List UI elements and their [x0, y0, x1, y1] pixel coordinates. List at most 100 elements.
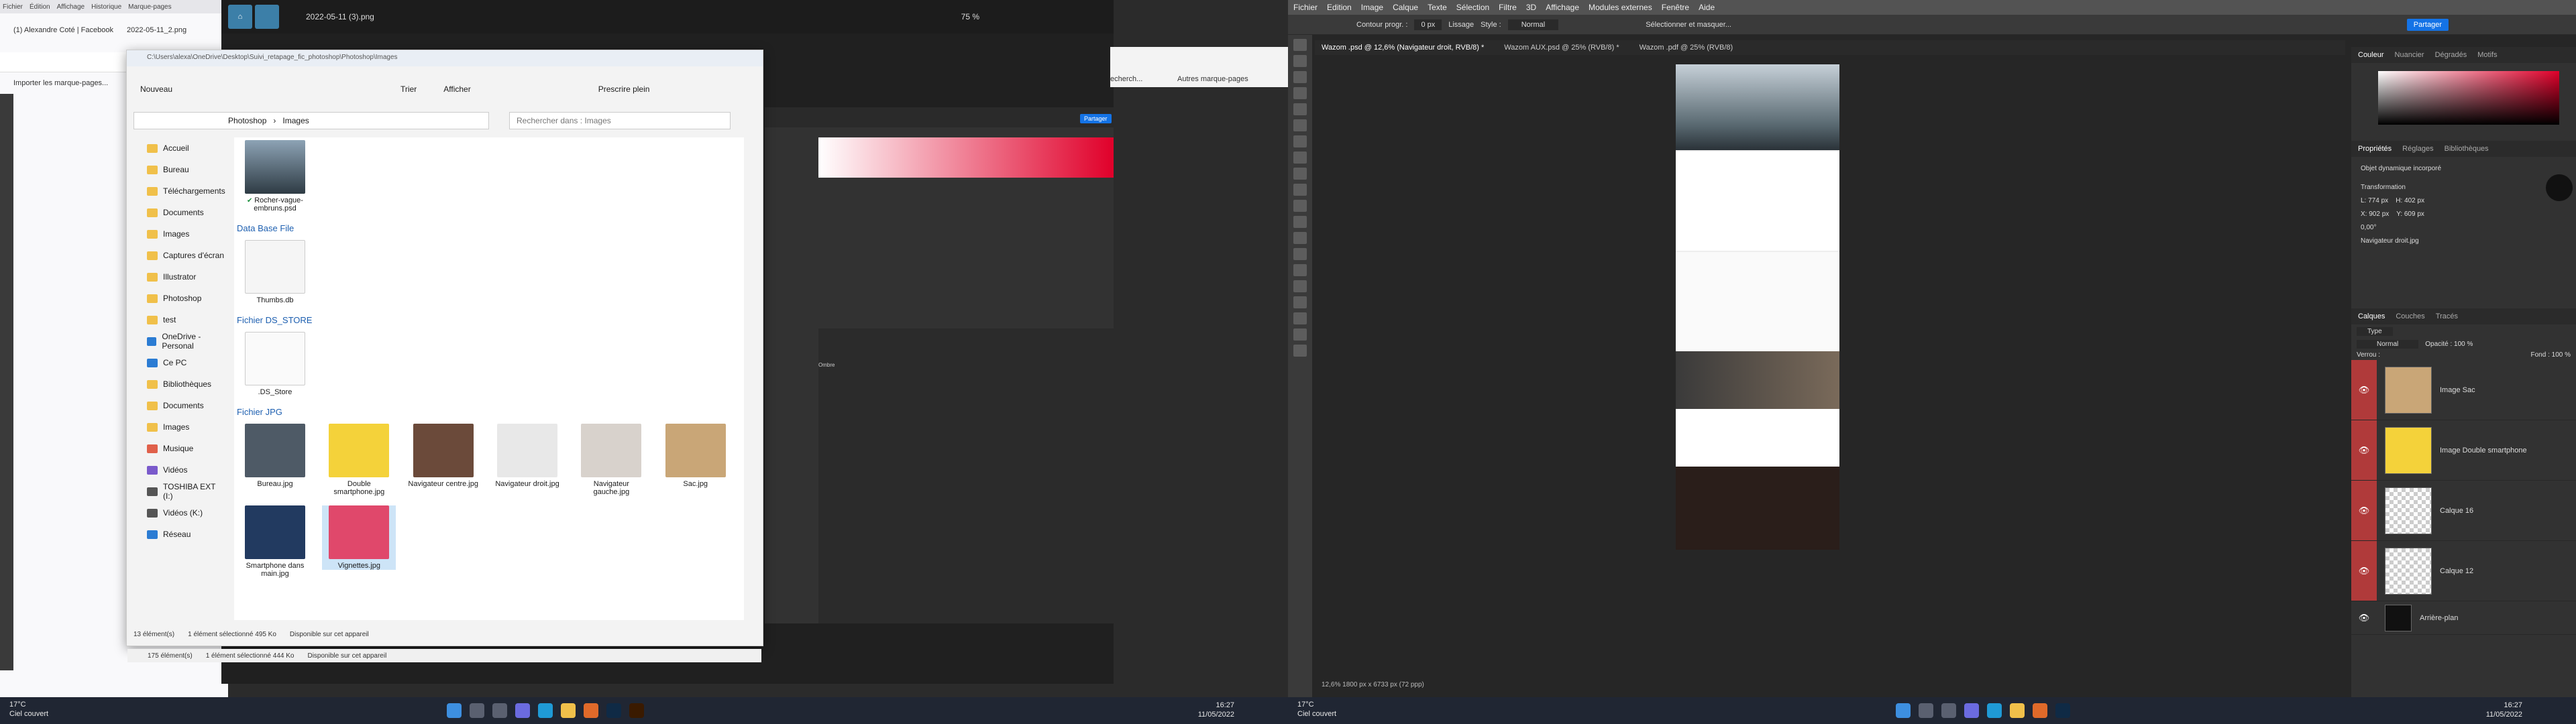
clock[interactable]: 16:27 11/05/2022 [1198, 701, 1234, 719]
healing-brush-icon[interactable] [1293, 135, 1307, 147]
width-field[interactable]: 774 px [2368, 197, 2388, 204]
sidebar-item-telechargements[interactable]: Téléchargements [127, 180, 227, 202]
tab-bibliotheques[interactable]: Bibliothèques [2445, 145, 2489, 153]
eyedropper-icon[interactable] [1293, 119, 1307, 131]
browser-tab[interactable]: (1) Alexandre Coté | Facebook [13, 26, 113, 34]
color-picker[interactable] [818, 137, 1114, 178]
doc-tab-active[interactable]: Wazom .psd @ 12,6% (Navigateur droit, RV… [1322, 44, 1484, 52]
other-bookmarks[interactable]: Autres marque-pages [1177, 75, 1248, 83]
sidebar-item-toshiba[interactable]: TOSHIBA EXT (I:) [127, 481, 227, 502]
file-item[interactable]: Navigateur gauche.jpg [574, 424, 648, 496]
menu-modules[interactable]: Modules externes [1589, 3, 1652, 12]
task-view-icon[interactable] [492, 703, 507, 718]
path-select-icon[interactable] [1293, 296, 1307, 308]
file-item[interactable]: Thumbs.db [238, 240, 312, 304]
browser-tab[interactable]: 2022-05-11_2.png [127, 26, 186, 34]
edge-icon[interactable] [1987, 703, 2002, 718]
sidebar-item-musique[interactable]: Musique [127, 438, 227, 459]
new-button[interactable]: Nouveau [140, 84, 172, 94]
file-item[interactable]: Sac.jpg [659, 424, 733, 488]
style-select[interactable]: Normal [1507, 19, 1559, 30]
weather-widget[interactable]: 17°C Ciel couvert [1297, 700, 1336, 719]
file-item[interactable]: Navigateur droit.jpg [490, 424, 564, 488]
breadcrumb-images[interactable]: Images [282, 116, 309, 125]
fill-button[interactable]: Prescrire plein [598, 84, 650, 94]
sidebar-item-photoshop[interactable]: Photoshop [127, 288, 227, 309]
file-item[interactable]: ✔ Rocher-vague-embruns.psd [238, 140, 312, 213]
angle-field[interactable]: 0,00° [2361, 221, 2567, 235]
tab-degrades[interactable]: Dégradés [2435, 51, 2467, 59]
menu-fichier[interactable]: Fichier [1293, 3, 1318, 12]
menu-selection[interactable]: Sélection [1456, 3, 1489, 12]
eye-icon[interactable]: 👁 [2351, 541, 2377, 601]
sidebar-item-reseau[interactable]: Réseau [127, 524, 227, 545]
sidebar-item-videos-k[interactable]: Vidéos (K:) [127, 502, 227, 524]
menu-edition[interactable]: Édition [30, 3, 50, 11]
sidebar-item-videos[interactable]: Vidéos [127, 459, 227, 481]
tab-couleur[interactable]: Couleur [2358, 51, 2384, 59]
x-field[interactable]: 902 px [2369, 210, 2389, 218]
eraser-tool-icon[interactable] [1293, 200, 1307, 212]
sidebar-item-accueil[interactable]: Accueil [127, 137, 227, 159]
menu-affichage[interactable]: Affichage [57, 3, 85, 11]
file-item[interactable]: Smartphone dans main.jpg [238, 505, 312, 578]
layer-row[interactable]: 👁 Image Sac [2351, 360, 2576, 420]
group-header[interactable]: Fichier DS_STORE [234, 311, 744, 329]
edge-icon[interactable] [538, 703, 553, 718]
illustrator-icon[interactable] [629, 703, 644, 718]
menu-texte[interactable]: Texte [1428, 3, 1447, 12]
menu-historique[interactable]: Historique [91, 3, 121, 11]
menu-edition[interactable]: Edition [1327, 3, 1352, 12]
group-header[interactable]: Data Base File [234, 219, 744, 237]
menu-aide[interactable]: Aide [1699, 3, 1715, 12]
image-thumb-icon[interactable] [255, 5, 279, 29]
home-icon[interactable]: ⌂ [228, 5, 252, 29]
tab-nuancier[interactable]: Nuancier [2395, 51, 2424, 59]
gradient-tool-icon[interactable] [1293, 216, 1307, 228]
layer-row[interactable]: 👁 Calque 12 [2351, 541, 2576, 601]
clock[interactable]: 16:27 11/05/2022 [2486, 701, 2522, 719]
weather-widget[interactable]: 17°C Ciel couvert [9, 700, 48, 719]
search-input[interactable]: Rechercher dans : Images [509, 112, 731, 129]
canvas[interactable] [1676, 64, 1839, 550]
sidebar-item-illustrator[interactable]: Illustrator [127, 266, 227, 288]
tab-proprietes[interactable]: Propriétés [2358, 145, 2392, 153]
firefox-icon[interactable] [2033, 703, 2047, 718]
start-icon[interactable] [447, 703, 462, 718]
eye-icon[interactable]: 👁 [2351, 420, 2377, 480]
blend-mode-select[interactable]: Normal [2357, 340, 2419, 349]
menu-filtre[interactable]: Filtre [1499, 3, 1517, 12]
photoshop-icon[interactable] [2055, 703, 2070, 718]
pen-tool-icon[interactable] [1293, 264, 1307, 276]
lasso-tool-icon[interactable] [1293, 71, 1307, 83]
photoshop-icon[interactable] [606, 703, 621, 718]
chat-icon[interactable] [515, 703, 530, 718]
menu-fichier[interactable]: Fichier [3, 3, 23, 11]
crop-tool-icon[interactable] [1293, 103, 1307, 115]
task-view-icon[interactable] [1941, 703, 1956, 718]
fill-field[interactable]: Fond : 100 % [2531, 351, 2571, 359]
tab-motifs[interactable]: Motifs [2477, 51, 2497, 59]
tab-calques[interactable]: Calques [2358, 312, 2385, 320]
sidebar-item-bibliotheques[interactable]: Bibliothèques [127, 373, 227, 395]
file-item[interactable]: Vignettes.jpg [322, 505, 396, 570]
file-item[interactable]: Double smartphone.jpg [322, 424, 396, 496]
search-icon[interactable] [470, 703, 484, 718]
layer-row[interactable]: 👁 Calque 16 [2351, 481, 2576, 541]
menu-marque-pages[interactable]: Marque-pages [128, 3, 171, 11]
search-icon[interactable] [1919, 703, 1933, 718]
explorer-icon[interactable] [561, 703, 576, 718]
view-button[interactable]: Afficher [443, 84, 470, 94]
tab-traces[interactable]: Tracés [2436, 312, 2458, 320]
sidebar-item-bureau[interactable]: Bureau [127, 159, 227, 180]
history-brush-icon[interactable] [1293, 184, 1307, 196]
menu-image[interactable]: Image [1361, 3, 1383, 12]
hand-tool-icon[interactable] [1293, 328, 1307, 341]
breadcrumb-photoshop[interactable]: Photoshop [228, 116, 266, 125]
eye-icon[interactable]: 👁 [2351, 360, 2377, 420]
sidebar-item-lib-documents[interactable]: Documents [127, 395, 227, 416]
y-field[interactable]: 609 px [2404, 210, 2424, 218]
sidebar-item-captures[interactable]: Captures d'écran [127, 245, 227, 266]
move-tool-icon[interactable] [1293, 39, 1307, 51]
tab-couches[interactable]: Couches [2396, 312, 2424, 320]
